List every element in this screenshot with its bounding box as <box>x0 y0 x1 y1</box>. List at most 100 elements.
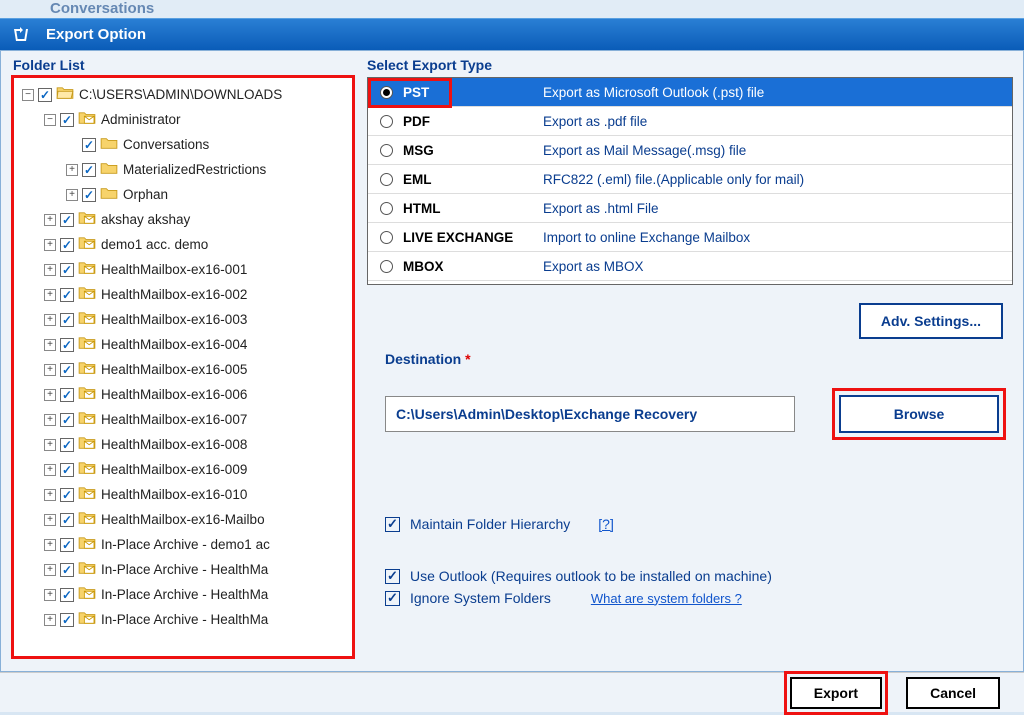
tree-checkbox[interactable] <box>82 138 96 152</box>
expander-icon[interactable]: + <box>44 264 56 276</box>
tree-node[interactable]: +MaterializedRestrictions <box>16 157 350 182</box>
expander-icon[interactable]: + <box>44 214 56 226</box>
expander-icon[interactable]: + <box>44 314 56 326</box>
expander-icon[interactable]: + <box>44 389 56 401</box>
tree-node-label: HealthMailbox-ex16-010 <box>101 487 247 502</box>
expander-icon[interactable]: + <box>44 514 56 526</box>
tree-checkbox[interactable] <box>60 413 74 427</box>
checkbox-ignore-system[interactable] <box>385 591 400 606</box>
expander-icon[interactable]: + <box>44 289 56 301</box>
export-type-row[interactable]: MSGExport as Mail Message(.msg) file <box>368 136 1012 165</box>
tree-checkbox[interactable] <box>38 88 52 102</box>
tree-node[interactable]: +HealthMailbox-ex16-Mailbo <box>16 507 350 532</box>
tree-checkbox[interactable] <box>60 113 74 127</box>
radio-icon[interactable] <box>380 202 393 215</box>
tree-node[interactable]: +HealthMailbox-ex16-006 <box>16 382 350 407</box>
folder-tree[interactable]: −C:\USERS\ADMIN\DOWNLOADS−AdministratorC… <box>13 77 353 657</box>
export-type-row[interactable]: EMLRFC822 (.eml) file.(Applicable only f… <box>368 165 1012 194</box>
tree-node[interactable]: −C:\USERS\ADMIN\DOWNLOADS <box>16 82 350 107</box>
adv-settings-button[interactable]: Adv. Settings... <box>859 303 1003 339</box>
folder-icon <box>76 511 96 528</box>
export-type-row[interactable]: HTMLExport as .html File <box>368 194 1012 223</box>
tree-node[interactable]: +akshay akshay <box>16 207 350 232</box>
export-type-row[interactable]: LIVE EXCHANGEImport to online Exchange M… <box>368 223 1012 252</box>
tree-node[interactable]: +demo1 acc. demo <box>16 232 350 257</box>
tree-checkbox[interactable] <box>60 488 74 502</box>
tree-node[interactable]: +Orphan <box>16 182 350 207</box>
what-are-system-folders-link[interactable]: What are system folders ? <box>591 591 742 606</box>
export-type-row[interactable]: PDFExport as .pdf file <box>368 107 1012 136</box>
export-button[interactable]: Export <box>790 677 882 709</box>
tree-checkbox[interactable] <box>60 563 74 577</box>
expander-icon[interactable]: + <box>44 614 56 626</box>
expander-icon[interactable]: − <box>22 89 34 101</box>
tree-node[interactable]: +HealthMailbox-ex16-002 <box>16 282 350 307</box>
tree-node[interactable]: +HealthMailbox-ex16-009 <box>16 457 350 482</box>
radio-icon[interactable] <box>380 231 393 244</box>
browse-button[interactable]: Browse <box>839 395 999 433</box>
tree-node[interactable]: +In-Place Archive - HealthMa <box>16 607 350 632</box>
tree-checkbox[interactable] <box>60 538 74 552</box>
tree-checkbox[interactable] <box>60 388 74 402</box>
expander-icon[interactable]: + <box>44 589 56 601</box>
tree-node[interactable]: −Administrator <box>16 107 350 132</box>
radio-icon[interactable] <box>380 115 393 128</box>
tree-node[interactable]: +HealthMailbox-ex16-003 <box>16 307 350 332</box>
expander-icon[interactable]: + <box>66 189 78 201</box>
tree-node[interactable]: +In-Place Archive - HealthMa <box>16 582 350 607</box>
checkbox-use-outlook[interactable] <box>385 569 400 584</box>
tree-checkbox[interactable] <box>60 263 74 277</box>
expander-icon[interactable]: − <box>44 114 56 126</box>
tree-checkbox[interactable] <box>60 613 74 627</box>
expander-icon[interactable]: + <box>44 439 56 451</box>
tree-checkbox[interactable] <box>60 288 74 302</box>
expander-icon[interactable]: + <box>44 564 56 576</box>
tree-checkbox[interactable] <box>60 438 74 452</box>
tree-node[interactable]: + HealthMailbox-ex16-010 <box>16 482 350 507</box>
tree-node-label: In-Place Archive - HealthMa <box>101 562 268 577</box>
tree-checkbox[interactable] <box>60 588 74 602</box>
destination-input[interactable] <box>385 396 795 432</box>
expander-icon[interactable]: + <box>44 489 56 501</box>
radio-icon[interactable] <box>380 260 393 273</box>
expander-icon[interactable]: + <box>44 414 56 426</box>
option-use-outlook[interactable]: Use Outlook (Requires outlook to be inst… <box>385 568 1003 584</box>
expander-icon[interactable]: + <box>66 164 78 176</box>
radio-icon[interactable] <box>380 173 393 186</box>
tree-checkbox[interactable] <box>60 363 74 377</box>
export-type-list[interactable]: PSTExport as Microsoft Outlook (.pst) fi… <box>367 77 1013 285</box>
option-maintain-hierarchy[interactable]: Maintain Folder Hierarchy [?] <box>385 516 1003 532</box>
radio-icon[interactable] <box>380 86 393 99</box>
export-type-row[interactable]: Office 365Export to Office 365 Account <box>368 281 1012 285</box>
export-type-row[interactable]: PSTExport as Microsoft Outlook (.pst) fi… <box>368 78 1012 107</box>
maintain-hierarchy-help[interactable]: [?] <box>598 516 614 532</box>
tree-checkbox[interactable] <box>60 213 74 227</box>
expander-icon[interactable]: + <box>44 539 56 551</box>
tree-checkbox[interactable] <box>60 338 74 352</box>
export-type-row[interactable]: MBOXExport as MBOX <box>368 252 1012 281</box>
tree-node[interactable]: +HealthMailbox-ex16-005 <box>16 357 350 382</box>
folder-icon <box>76 211 96 228</box>
expander-icon[interactable]: + <box>44 239 56 251</box>
tree-node[interactable]: + In-Place Archive - HealthMa <box>16 557 350 582</box>
tree-node[interactable]: +HealthMailbox-ex16-001 <box>16 257 350 282</box>
tree-checkbox[interactable] <box>60 513 74 527</box>
expander-icon[interactable]: + <box>44 339 56 351</box>
tree-node[interactable]: +HealthMailbox-ex16-007 <box>16 407 350 432</box>
tree-node[interactable]: Conversations <box>16 132 350 157</box>
tree-checkbox[interactable] <box>82 163 96 177</box>
tree-checkbox[interactable] <box>60 463 74 477</box>
tree-node[interactable]: +HealthMailbox-ex16-008 <box>16 432 350 457</box>
browse-label: Browse <box>894 406 945 422</box>
expander-icon[interactable]: + <box>44 364 56 376</box>
tree-node[interactable]: +In-Place Archive - demo1 ac <box>16 532 350 557</box>
checkbox-maintain-hierarchy[interactable] <box>385 517 400 532</box>
option-ignore-system[interactable]: Ignore System Folders What are system fo… <box>385 590 1003 606</box>
expander-icon[interactable]: + <box>44 464 56 476</box>
radio-icon[interactable] <box>380 144 393 157</box>
tree-node[interactable]: +HealthMailbox-ex16-004 <box>16 332 350 357</box>
tree-checkbox[interactable] <box>82 188 96 202</box>
cancel-button[interactable]: Cancel <box>906 677 1000 709</box>
tree-checkbox[interactable] <box>60 313 74 327</box>
tree-checkbox[interactable] <box>60 238 74 252</box>
